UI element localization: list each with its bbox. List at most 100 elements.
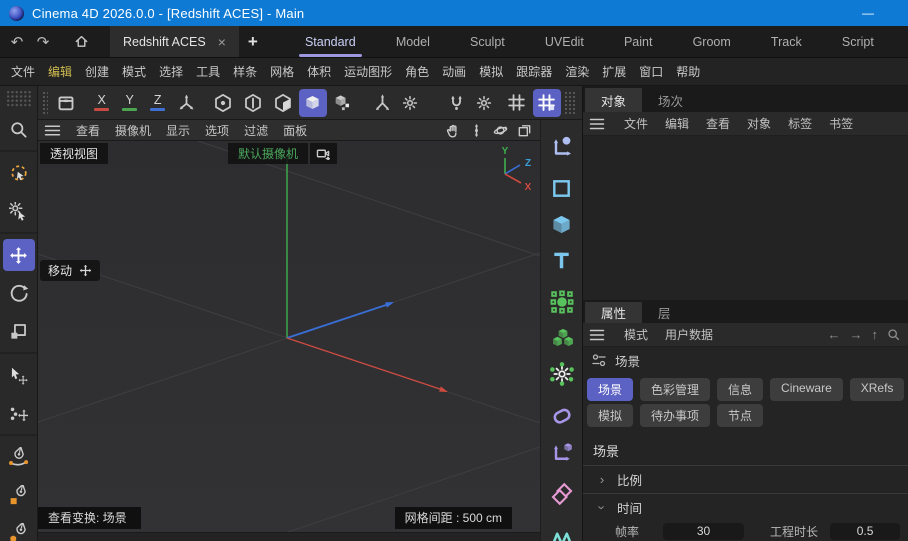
rotate-tool-button[interactable] xyxy=(3,277,35,309)
menu-item[interactable]: 体积 xyxy=(307,63,331,80)
cloner-button[interactable] xyxy=(545,285,579,319)
panel-menu-item[interactable]: 查看 xyxy=(706,115,730,132)
viewport-menu-item[interactable]: 显示 xyxy=(166,122,190,139)
panel-tab[interactable]: 场次 xyxy=(642,88,699,112)
framerate-field[interactable]: 30 xyxy=(663,523,744,540)
panel-menu-item[interactable]: 编辑 xyxy=(665,115,689,132)
tab-close-icon[interactable]: × xyxy=(218,34,226,50)
panel-menu-item[interactable]: 模式 xyxy=(624,326,648,343)
axis-gizmo-lock-button[interactable] xyxy=(173,89,201,117)
menu-item[interactable]: 文件 xyxy=(11,63,35,80)
y-axis-lock-button[interactable]: Y xyxy=(117,89,143,117)
panel-menu-item[interactable]: 标签 xyxy=(788,115,812,132)
home-button[interactable] xyxy=(66,26,96,57)
back-arrow-icon[interactable]: ← xyxy=(828,327,841,342)
x-axis-lock-button[interactable]: X xyxy=(89,89,115,117)
hamburger-icon[interactable] xyxy=(44,124,61,137)
view-label[interactable]: 透视视图 xyxy=(40,143,108,164)
volume-builder-button[interactable] xyxy=(545,321,579,355)
viewport-menu-item[interactable]: 查看 xyxy=(76,122,100,139)
camera-label[interactable]: 默认摄像机 xyxy=(228,143,308,164)
menu-item[interactable]: 网格 xyxy=(270,63,294,80)
scale-tool-button[interactable] xyxy=(3,315,35,347)
section-tab[interactable]: 色彩管理 xyxy=(640,378,710,401)
up-arrow-icon[interactable]: ↑ xyxy=(872,327,879,342)
polygon-pen-tool-button[interactable] xyxy=(3,517,35,541)
section-tab[interactable]: XRefs xyxy=(850,378,905,401)
z-axis-lock-button[interactable]: Z xyxy=(145,89,171,117)
snap-toggle-button[interactable] xyxy=(503,89,531,117)
hamburger-icon[interactable] xyxy=(589,118,605,130)
panel-tab[interactable]: 对象 xyxy=(585,88,642,112)
modeling-axis-button[interactable] xyxy=(369,89,397,117)
make-editable-button[interactable] xyxy=(51,89,81,117)
tweak-tool-button[interactable] xyxy=(3,195,35,227)
edges-mode-button[interactable] xyxy=(239,89,267,117)
object-list[interactable] xyxy=(583,136,908,300)
snap-settings-button[interactable] xyxy=(533,89,561,117)
search-icon[interactable] xyxy=(887,328,900,341)
menu-item[interactable]: 样条 xyxy=(233,63,257,80)
new-tab-button[interactable]: + xyxy=(239,26,267,57)
menu-item[interactable]: 选择 xyxy=(159,63,183,80)
layout-tab[interactable]: Standard xyxy=(295,26,366,57)
toolbar-drag-handle[interactable] xyxy=(564,91,576,115)
section-tab[interactable]: Cineware xyxy=(770,378,843,401)
object-mode-button[interactable] xyxy=(329,89,357,117)
workplane-axis-button[interactable] xyxy=(545,435,579,469)
pan-hand-icon[interactable] xyxy=(445,123,460,138)
toolbar-drag-handle[interactable] xyxy=(6,90,32,108)
multi-transform-tool-button[interactable] xyxy=(3,397,35,429)
viewport-menu-item[interactable]: 选项 xyxy=(205,122,229,139)
menu-item[interactable]: 扩展 xyxy=(602,63,626,80)
points-mode-button[interactable] xyxy=(209,89,237,117)
menu-item[interactable]: 模拟 xyxy=(479,63,503,80)
layout-tab[interactable]: Track xyxy=(761,26,812,57)
panel-tab[interactable]: 层 xyxy=(642,302,687,323)
sketch-pen-tool-button[interactable] xyxy=(3,479,35,511)
layout-tab[interactable]: Model xyxy=(386,26,440,57)
camera-swap-button[interactable] xyxy=(310,143,337,164)
menu-item[interactable]: 运动图形 xyxy=(344,63,392,80)
menu-item[interactable]: 工具 xyxy=(196,63,220,80)
menu-item[interactable]: 编辑 xyxy=(48,63,72,80)
menu-item[interactable]: 窗口 xyxy=(639,63,663,80)
minimize-button[interactable]: — xyxy=(855,6,881,20)
menu-item[interactable]: 角色 xyxy=(405,63,429,80)
toolbar-drag-handle[interactable] xyxy=(42,91,48,115)
move-tool-button[interactable] xyxy=(3,239,35,271)
panel-tab[interactable]: 属性 xyxy=(585,302,642,323)
layout-tab[interactable]: Groom xyxy=(683,26,741,57)
duration-field[interactable]: 0.5 xyxy=(830,523,900,540)
forward-arrow-icon[interactable]: → xyxy=(850,327,863,342)
spline-shape-button[interactable] xyxy=(545,171,579,205)
panel-menu-item[interactable]: 用户数据 xyxy=(665,326,713,343)
menu-item[interactable]: 帮助 xyxy=(676,63,700,80)
viewport-menu-item[interactable]: 过滤 xyxy=(244,122,268,139)
hamburger-icon[interactable] xyxy=(589,329,605,341)
orbit-icon[interactable] xyxy=(493,123,508,138)
section-tab[interactable]: 场景 xyxy=(587,378,633,401)
deformer-button[interactable] xyxy=(545,399,579,433)
section-tab[interactable]: 信息 xyxy=(717,378,763,401)
spline-pen-tool-button[interactable] xyxy=(3,441,35,473)
group-scale[interactable]: › 比例 xyxy=(583,466,908,493)
layout-tab[interactable]: UVEdit xyxy=(535,26,594,57)
section-tab[interactable]: 节点 xyxy=(717,404,763,427)
section-tab[interactable]: 待办事项 xyxy=(640,404,710,427)
quantize-settings-button[interactable] xyxy=(473,89,495,117)
layout-tab[interactable]: Paint xyxy=(614,26,663,57)
transform-tool-button[interactable] xyxy=(3,359,35,391)
dolly-icon[interactable] xyxy=(469,123,484,138)
section-tab[interactable]: 模拟 xyxy=(587,404,633,427)
menu-item[interactable]: 跟踪器 xyxy=(516,63,552,80)
panel-menu-item[interactable]: 书签 xyxy=(829,115,853,132)
effector-button[interactable] xyxy=(545,357,579,391)
menu-item[interactable]: 模式 xyxy=(122,63,146,80)
undo-button[interactable]: ↶ xyxy=(4,26,30,57)
viewport-menu-item[interactable]: 面板 xyxy=(283,122,307,139)
menu-item[interactable]: 创建 xyxy=(85,63,109,80)
quantize-rotate-button[interactable] xyxy=(443,89,471,117)
null-object-button[interactable] xyxy=(545,129,579,163)
group-time[interactable]: › 时间 xyxy=(583,494,908,521)
